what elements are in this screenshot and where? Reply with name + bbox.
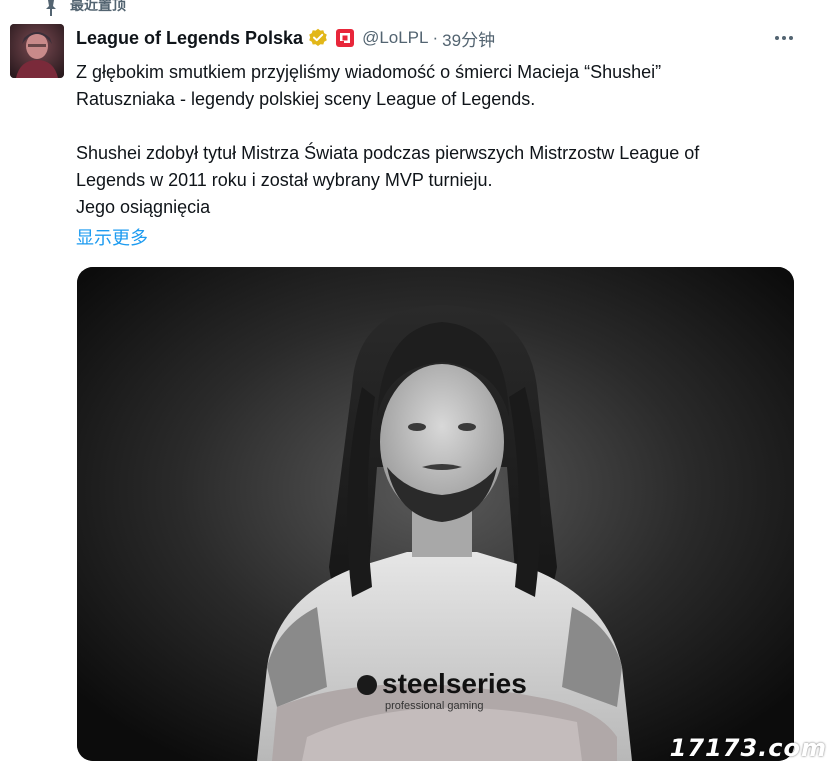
affiliate-badge-icon[interactable] <box>336 29 355 47</box>
show-more-link[interactable]: 显示更多 <box>76 224 148 250</box>
verified-gold-icon <box>308 28 328 48</box>
avatar[interactable] <box>10 24 64 78</box>
timestamp[interactable]: 39分钟 <box>442 26 495 51</box>
handle[interactable]: @LoLPL <box>362 28 428 48</box>
tweet-photo[interactable]: steelseries professional gaming <box>77 267 794 761</box>
pinned-indicator: 最近置顶 <box>44 0 126 16</box>
watermark: 17173.com <box>669 734 827 762</box>
pin-icon <box>44 0 58 16</box>
pinned-label: 最近置顶 <box>70 0 126 13</box>
text-line: Jego osiągnięcia <box>76 197 211 217</box>
display-name[interactable]: League of Legends Polska <box>76 28 303 49</box>
tweet-text: Z głębokim smutkiem przyjęliśmy wiadomoś… <box>76 59 806 221</box>
tweet-header: League of Legends Polska @LoLPL · 39分钟 <box>76 24 829 52</box>
shirt-logo-subtext: professional gaming <box>385 700 483 712</box>
text-line: Legends w 2011 roku i został wybrany MVP… <box>76 170 493 190</box>
text-line: Z głębokim smutkiem przyjęliśmy wiadomoś… <box>76 62 662 82</box>
shirt-logo-text: steelseries <box>382 668 527 699</box>
separator: · <box>432 28 439 47</box>
more-horizontal-icon[interactable] <box>775 28 793 48</box>
text-line: Shushei zdobył tytuł Mistrza Świata podc… <box>76 143 700 163</box>
text-line: Ratuszniaka - legendy polskiej sceny Lea… <box>76 89 536 109</box>
